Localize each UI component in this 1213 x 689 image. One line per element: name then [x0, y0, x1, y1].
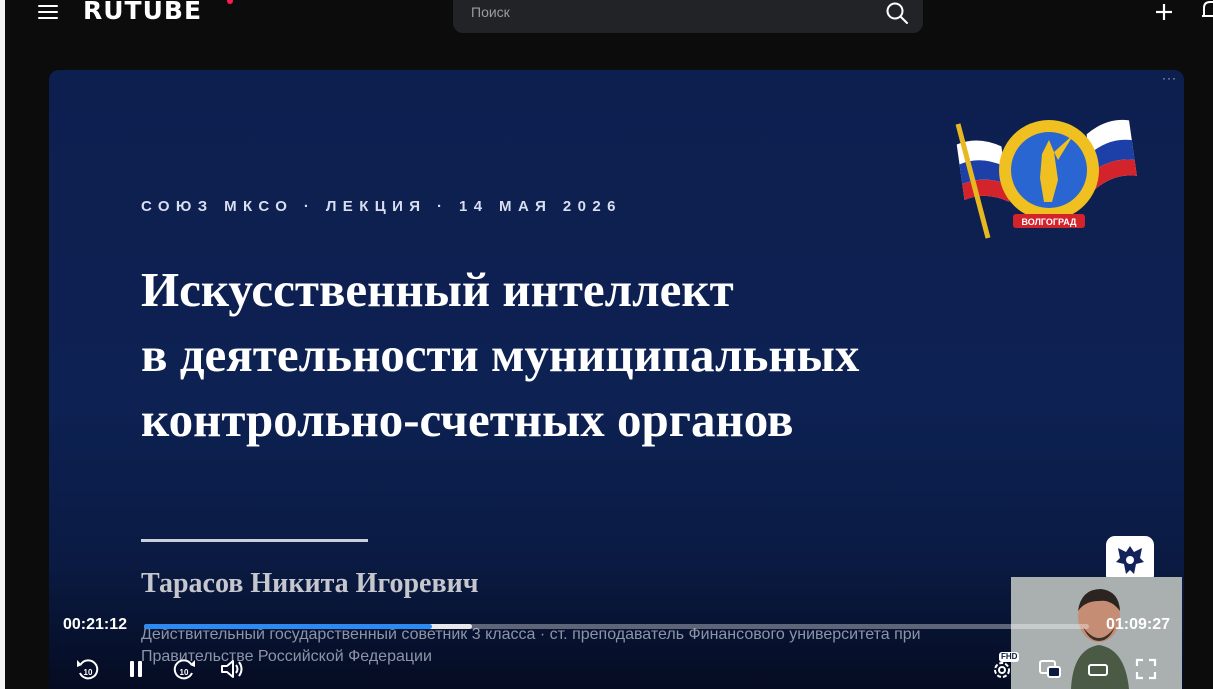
current-time: 00:21:12 — [63, 616, 128, 633]
top-bar: RUTUBE — [0, 0, 1213, 40]
progress-bar[interactable] — [144, 621, 1089, 630]
search-icon[interactable] — [885, 1, 909, 25]
slide-title: Искусственный интеллект в деятельности м… — [141, 257, 1041, 452]
search-input[interactable] — [471, 0, 871, 23]
speaker-name: Тарасов Никита Игоревич — [141, 568, 479, 599]
picture-in-picture-icon — [1039, 660, 1061, 678]
volume-icon — [221, 660, 243, 678]
forward-10-button[interactable]: 10 — [171, 656, 197, 682]
slide-title-line: в деятельности муниципальных — [141, 327, 860, 382]
rutube-logo[interactable]: RUTUBE — [83, 0, 202, 25]
slide-kicker: СОЮЗ МКСО · ЛЕКЦИЯ · 14 МАЯ 2026 — [141, 198, 622, 215]
bell-icon[interactable] — [1200, 0, 1213, 22]
emblem-label: ВОЛГОГРАД — [1022, 217, 1077, 227]
fullscreen-button[interactable] — [1133, 656, 1159, 682]
add-plus-icon[interactable] — [1152, 0, 1176, 24]
fullscreen-icon — [1135, 658, 1157, 680]
more-options-icon[interactable]: ··· — [1162, 72, 1178, 84]
total-duration: 01:09:27 — [1106, 616, 1171, 633]
logo-accent-dot — [227, 0, 233, 4]
picture-in-picture-button[interactable] — [1037, 656, 1063, 682]
speaker-role: Действительный государственный советник … — [141, 626, 921, 665]
video-player[interactable]: ··· СОЮЗ МКСО · ЛЕКЦИЯ · 14 МАЯ 2026 Иск… — [49, 70, 1184, 689]
progress-played — [144, 624, 433, 629]
control-chamber-emblem: ВОЛГОГРАД — [955, 119, 1137, 239]
slide-title-line: Искусственный интеллект — [141, 262, 734, 317]
forward-icon: 10 — [173, 659, 195, 680]
pause-button[interactable] — [123, 656, 149, 682]
menu-icon[interactable] — [36, 2, 60, 22]
slide-title-line: контрольно-счетных органов — [141, 392, 794, 447]
pause-icon — [130, 661, 142, 677]
theater-mode-button[interactable] — [1085, 656, 1111, 682]
theater-mode-icon — [1088, 664, 1108, 676]
window-edge — [0, 0, 5, 689]
quality-badge: FHD — [999, 652, 1020, 662]
slide-divider — [141, 539, 368, 542]
rewind-icon: 10 — [77, 659, 99, 680]
volume-button[interactable] — [219, 656, 245, 682]
rewind-10-button[interactable]: 10 — [75, 656, 101, 682]
forward-seconds: 10 — [180, 668, 189, 677]
search-bar — [453, 0, 923, 33]
rewind-seconds: 10 — [84, 668, 93, 677]
